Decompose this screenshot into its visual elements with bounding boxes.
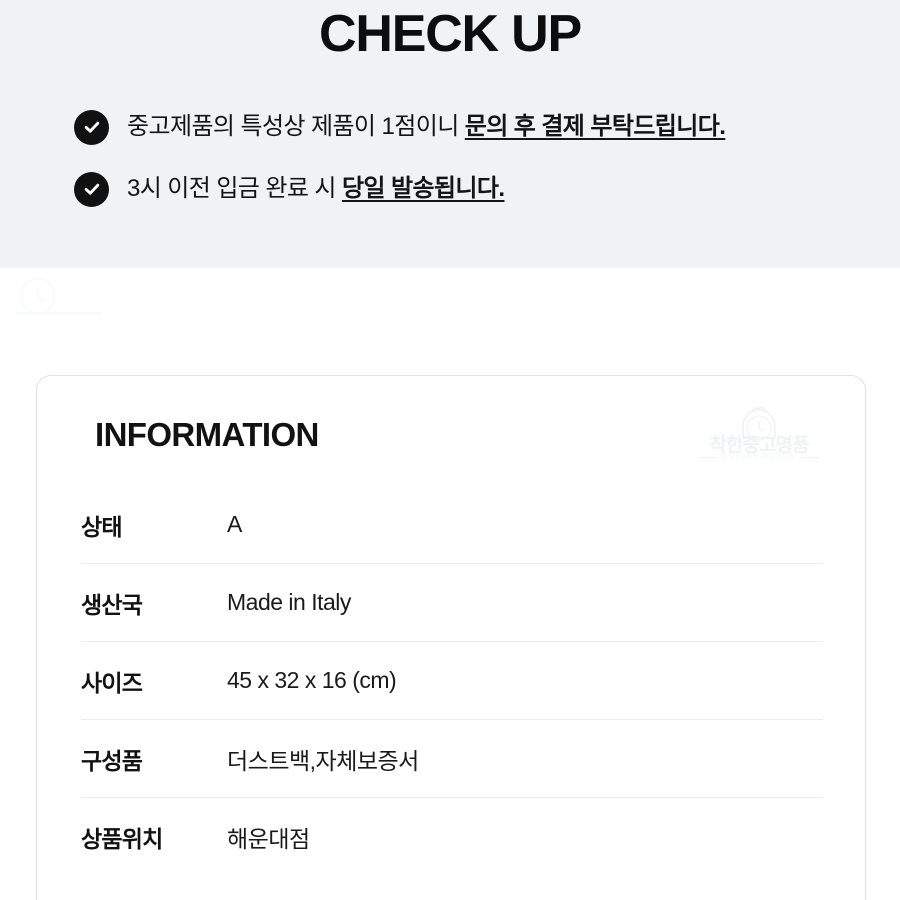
information-table: 상태 A 생산국 Made in Italy 사이즈 45 x 32 x 16 … <box>81 486 823 876</box>
table-row: 사이즈 45 x 32 x 16 (cm) <box>81 642 823 720</box>
checkup-section: CHECK UP 중고제품의 특성상 제품이 1점이니 문의 후 결제 부탁드립… <box>0 0 900 268</box>
checkup-item-1-text: 중고제품의 특성상 제품이 1점이니 문의 후 결제 부탁드립니다. <box>127 110 726 144</box>
checkup-list: 중고제품의 특성상 제품이 1점이니 문의 후 결제 부탁드립니다. 3시 이전… <box>74 103 874 227</box>
table-row: 구성품 더스트백,자체보증서 <box>81 720 823 798</box>
table-row: 생산국 Made in Italy <box>81 564 823 642</box>
row-label-size: 사이즈 <box>81 669 143 696</box>
checkup-item-1-text-plain: 중고제품의 특성상 제품이 1점이니 <box>127 113 465 140</box>
brand-watermark: 착한중고명품 LUXURY GOODS <box>699 404 819 470</box>
checkup-item-1: 중고제품의 특성상 제품이 1점이니 문의 후 결제 부탁드립니다. <box>74 103 874 151</box>
information-card: INFORMATION 착한중고명품 LUXURY GOODS 상태 A 생산국… <box>36 375 866 900</box>
checkup-item-2-text-plain: 3시 이전 입금 완료 시 <box>127 175 342 202</box>
row-label-condition: 상태 <box>81 513 123 540</box>
watermark-brand-text: 착한중고명품 <box>709 435 810 456</box>
row-label-components: 구성품 <box>81 747 143 774</box>
checkup-item-2-text-strong: 당일 발송됩니다. <box>341 175 505 202</box>
checkup-item-2-text: 3시 이전 입금 완료 시 당일 발송됩니다. <box>127 172 505 206</box>
check-circle-icon <box>74 171 109 207</box>
information-heading: INFORMATION <box>95 416 319 453</box>
row-value-condition: A <box>227 511 242 537</box>
check-circle-icon <box>74 109 109 145</box>
watermark-rule-right <box>801 457 819 458</box>
page-title: CHECK UP <box>319 5 582 63</box>
watch-face-icon <box>742 407 776 441</box>
table-row: 상태 A <box>81 486 823 564</box>
row-value-location: 해운대점 <box>227 826 310 852</box>
table-row: 상품위치 해운대점 <box>81 798 823 876</box>
row-value-components: 더스트백,자체보증서 <box>227 747 419 774</box>
row-label-location: 상품위치 <box>81 826 163 852</box>
ghost-watermark-icon <box>4 276 114 324</box>
watermark-rule-left <box>699 457 717 458</box>
row-value-size: 45 x 32 x 16 (cm) <box>227 667 397 693</box>
row-value-origin: Made in Italy <box>227 589 351 615</box>
checkup-item-2: 3시 이전 입금 완료 시 당일 발송됩니다. <box>74 165 874 213</box>
row-label-origin: 생산국 <box>81 591 143 618</box>
watermark-sub-text: LUXURY GOODS <box>723 453 795 460</box>
checkup-item-1-text-strong: 문의 후 결제 부탁드립니다. <box>464 113 726 140</box>
